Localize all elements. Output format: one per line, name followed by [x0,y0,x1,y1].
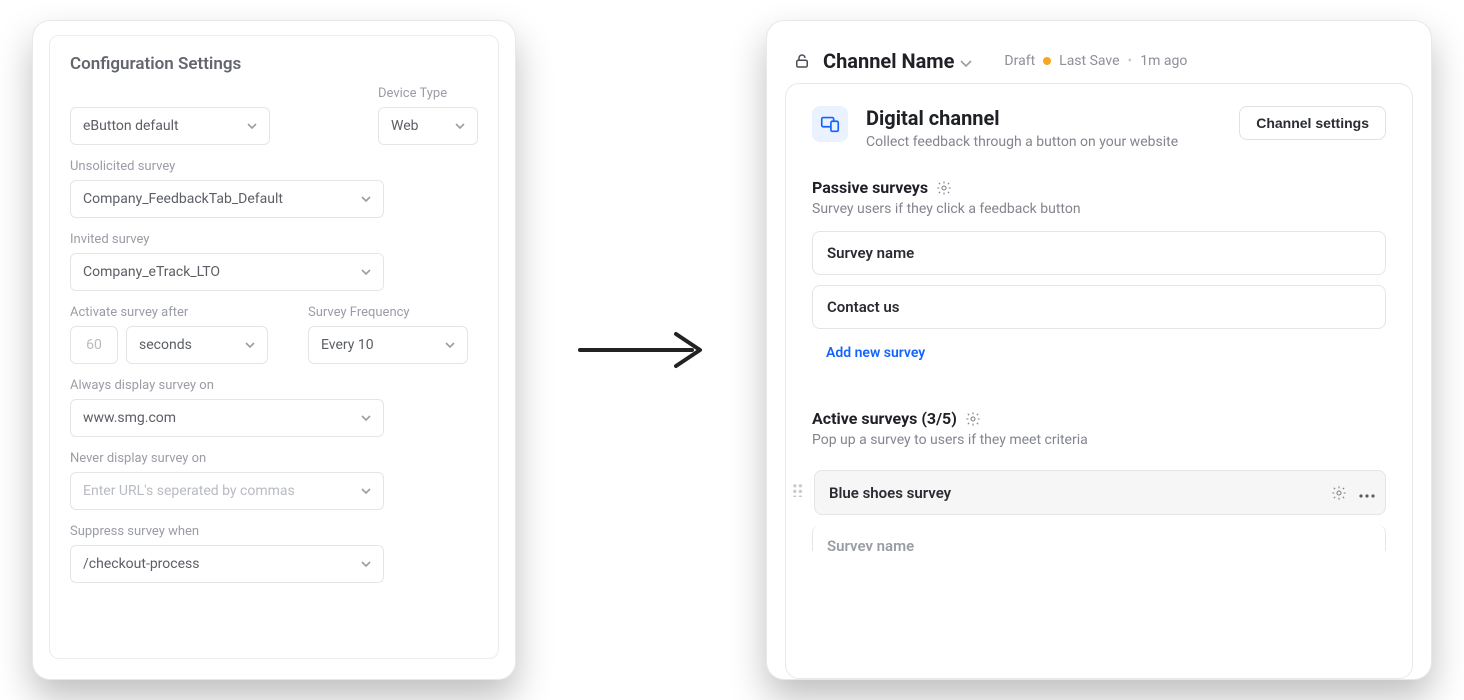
chevron-down-icon [361,194,371,204]
channel-card-header: Digital channel Collect feedback through… [812,106,1386,150]
active-surveys-sub: Pop up a survey to users if they meet cr… [812,432,1386,448]
active-survey-row-wrap: Blue shoes survey [812,462,1386,515]
device-type-label: Device Type [378,86,478,101]
status-last-save: Last Save [1059,53,1119,69]
new-channel-panel: Channel Name Draft Last Save • 1m ago [766,20,1432,680]
comparison-stage: Configuration Settings eButton default D… [0,0,1464,700]
always-label: Always display survey on [70,378,478,393]
row-button-and-device: eButton default Device Type Web [70,86,478,145]
activate-unit-select[interactable]: seconds [126,326,268,364]
gear-icon[interactable] [1331,485,1347,501]
survey-freq-value: Every 10 [321,337,374,353]
chevron-down-icon [361,267,371,277]
unlock-icon [793,52,811,70]
unsolicited-value: Company_FeedbackTab_Default [83,191,283,207]
status-time: 1m ago [1140,53,1187,69]
status-draft: Draft [1004,53,1035,69]
activate-unit-value: seconds [139,337,192,353]
active-survey-item-partial[interactable]: Survey name [812,525,1386,551]
always-select[interactable]: www.smg.com [70,399,384,437]
row-activate-and-frequency: Activate survey after 60 seconds Survey … [70,291,478,364]
channel-name-dropdown[interactable]: Channel Name [823,49,972,73]
arrow-right-icon [576,320,706,380]
survey-freq-label: Survey Frequency [308,305,468,320]
gear-icon[interactable] [936,180,952,196]
suppress-select[interactable]: /checkout-process [70,545,384,583]
status-separator: • [1128,53,1133,69]
invited-select[interactable]: Company_eTrack_LTO [70,253,384,291]
chevron-down-icon [245,340,255,350]
never-label: Never display survey on [70,451,478,466]
chevron-down-icon [247,121,257,131]
active-surveys-section: Active surveys (3/5) Pop up a survey to … [812,409,1386,551]
unsolicited-label: Unsolicited survey [70,159,478,174]
never-placeholder: Enter URL's seperated by commas [83,483,295,499]
passive-surveys-section: Passive surveys Survey users if they cli… [812,178,1386,361]
suppress-label: Suppress survey when [70,524,478,539]
channel-header: Channel Name Draft Last Save • 1m ago [785,33,1413,83]
active-survey-label: Blue shoes survey [829,484,1323,502]
activate-number-input[interactable]: 60 [70,326,118,364]
channel-settings-button[interactable]: Channel settings [1239,106,1386,140]
devices-icon [812,106,848,142]
device-type-value: Web [391,118,419,134]
passive-surveys-title: Passive surveys [812,178,928,197]
survey-freq-select[interactable]: Every 10 [308,326,468,364]
chevron-down-icon [445,340,455,350]
status-dot-icon [1043,57,1051,65]
chevron-down-icon [361,559,371,569]
suppress-value: /checkout-process [83,556,199,572]
invited-label: Invited survey [70,232,478,247]
invited-value: Company_eTrack_LTO [83,264,220,280]
passive-survey-item[interactable]: Survey name [812,231,1386,275]
unsolicited-select[interactable]: Company_FeedbackTab_Default [70,180,384,218]
active-survey-item[interactable]: Blue shoes survey [814,470,1386,515]
status-bar: Draft Last Save • 1m ago [1004,53,1187,69]
digital-channel-title: Digital channel [866,106,1178,130]
chevron-down-icon [960,49,972,73]
chevron-down-icon [361,486,371,496]
passive-survey-item[interactable]: Contact us [812,285,1386,329]
passive-surveys-sub: Survey users if they click a feedback bu… [812,201,1386,217]
chevron-down-icon [361,413,371,423]
active-survey-label: Survey name [827,537,914,551]
always-value: www.smg.com [83,410,176,426]
gear-icon[interactable] [965,411,981,427]
channel-name-text: Channel Name [823,49,954,73]
drag-handle-icon[interactable] [792,482,806,496]
digital-channel-sub: Collect feedback through a button on you… [866,134,1178,150]
row-actions [1331,483,1375,502]
ebutton-default-value: eButton default [83,118,179,134]
more-icon[interactable] [1359,483,1375,502]
activate-label: Activate survey after [70,305,268,320]
ebutton-default-select[interactable]: eButton default [70,107,270,145]
old-config-panel: Configuration Settings eButton default D… [32,20,516,680]
survey-item-label: Survey name [827,244,914,262]
chevron-down-icon [455,121,465,131]
add-new-survey-link[interactable]: Add new survey [812,339,925,361]
channel-card: Digital channel Collect feedback through… [785,83,1413,679]
config-title: Configuration Settings [70,54,478,74]
device-type-select[interactable]: Web [378,107,478,145]
never-select[interactable]: Enter URL's seperated by commas [70,472,384,510]
config-card: Configuration Settings eButton default D… [49,35,499,659]
active-surveys-title: Active surveys (3/5) [812,409,957,428]
survey-item-label: Contact us [827,298,899,316]
